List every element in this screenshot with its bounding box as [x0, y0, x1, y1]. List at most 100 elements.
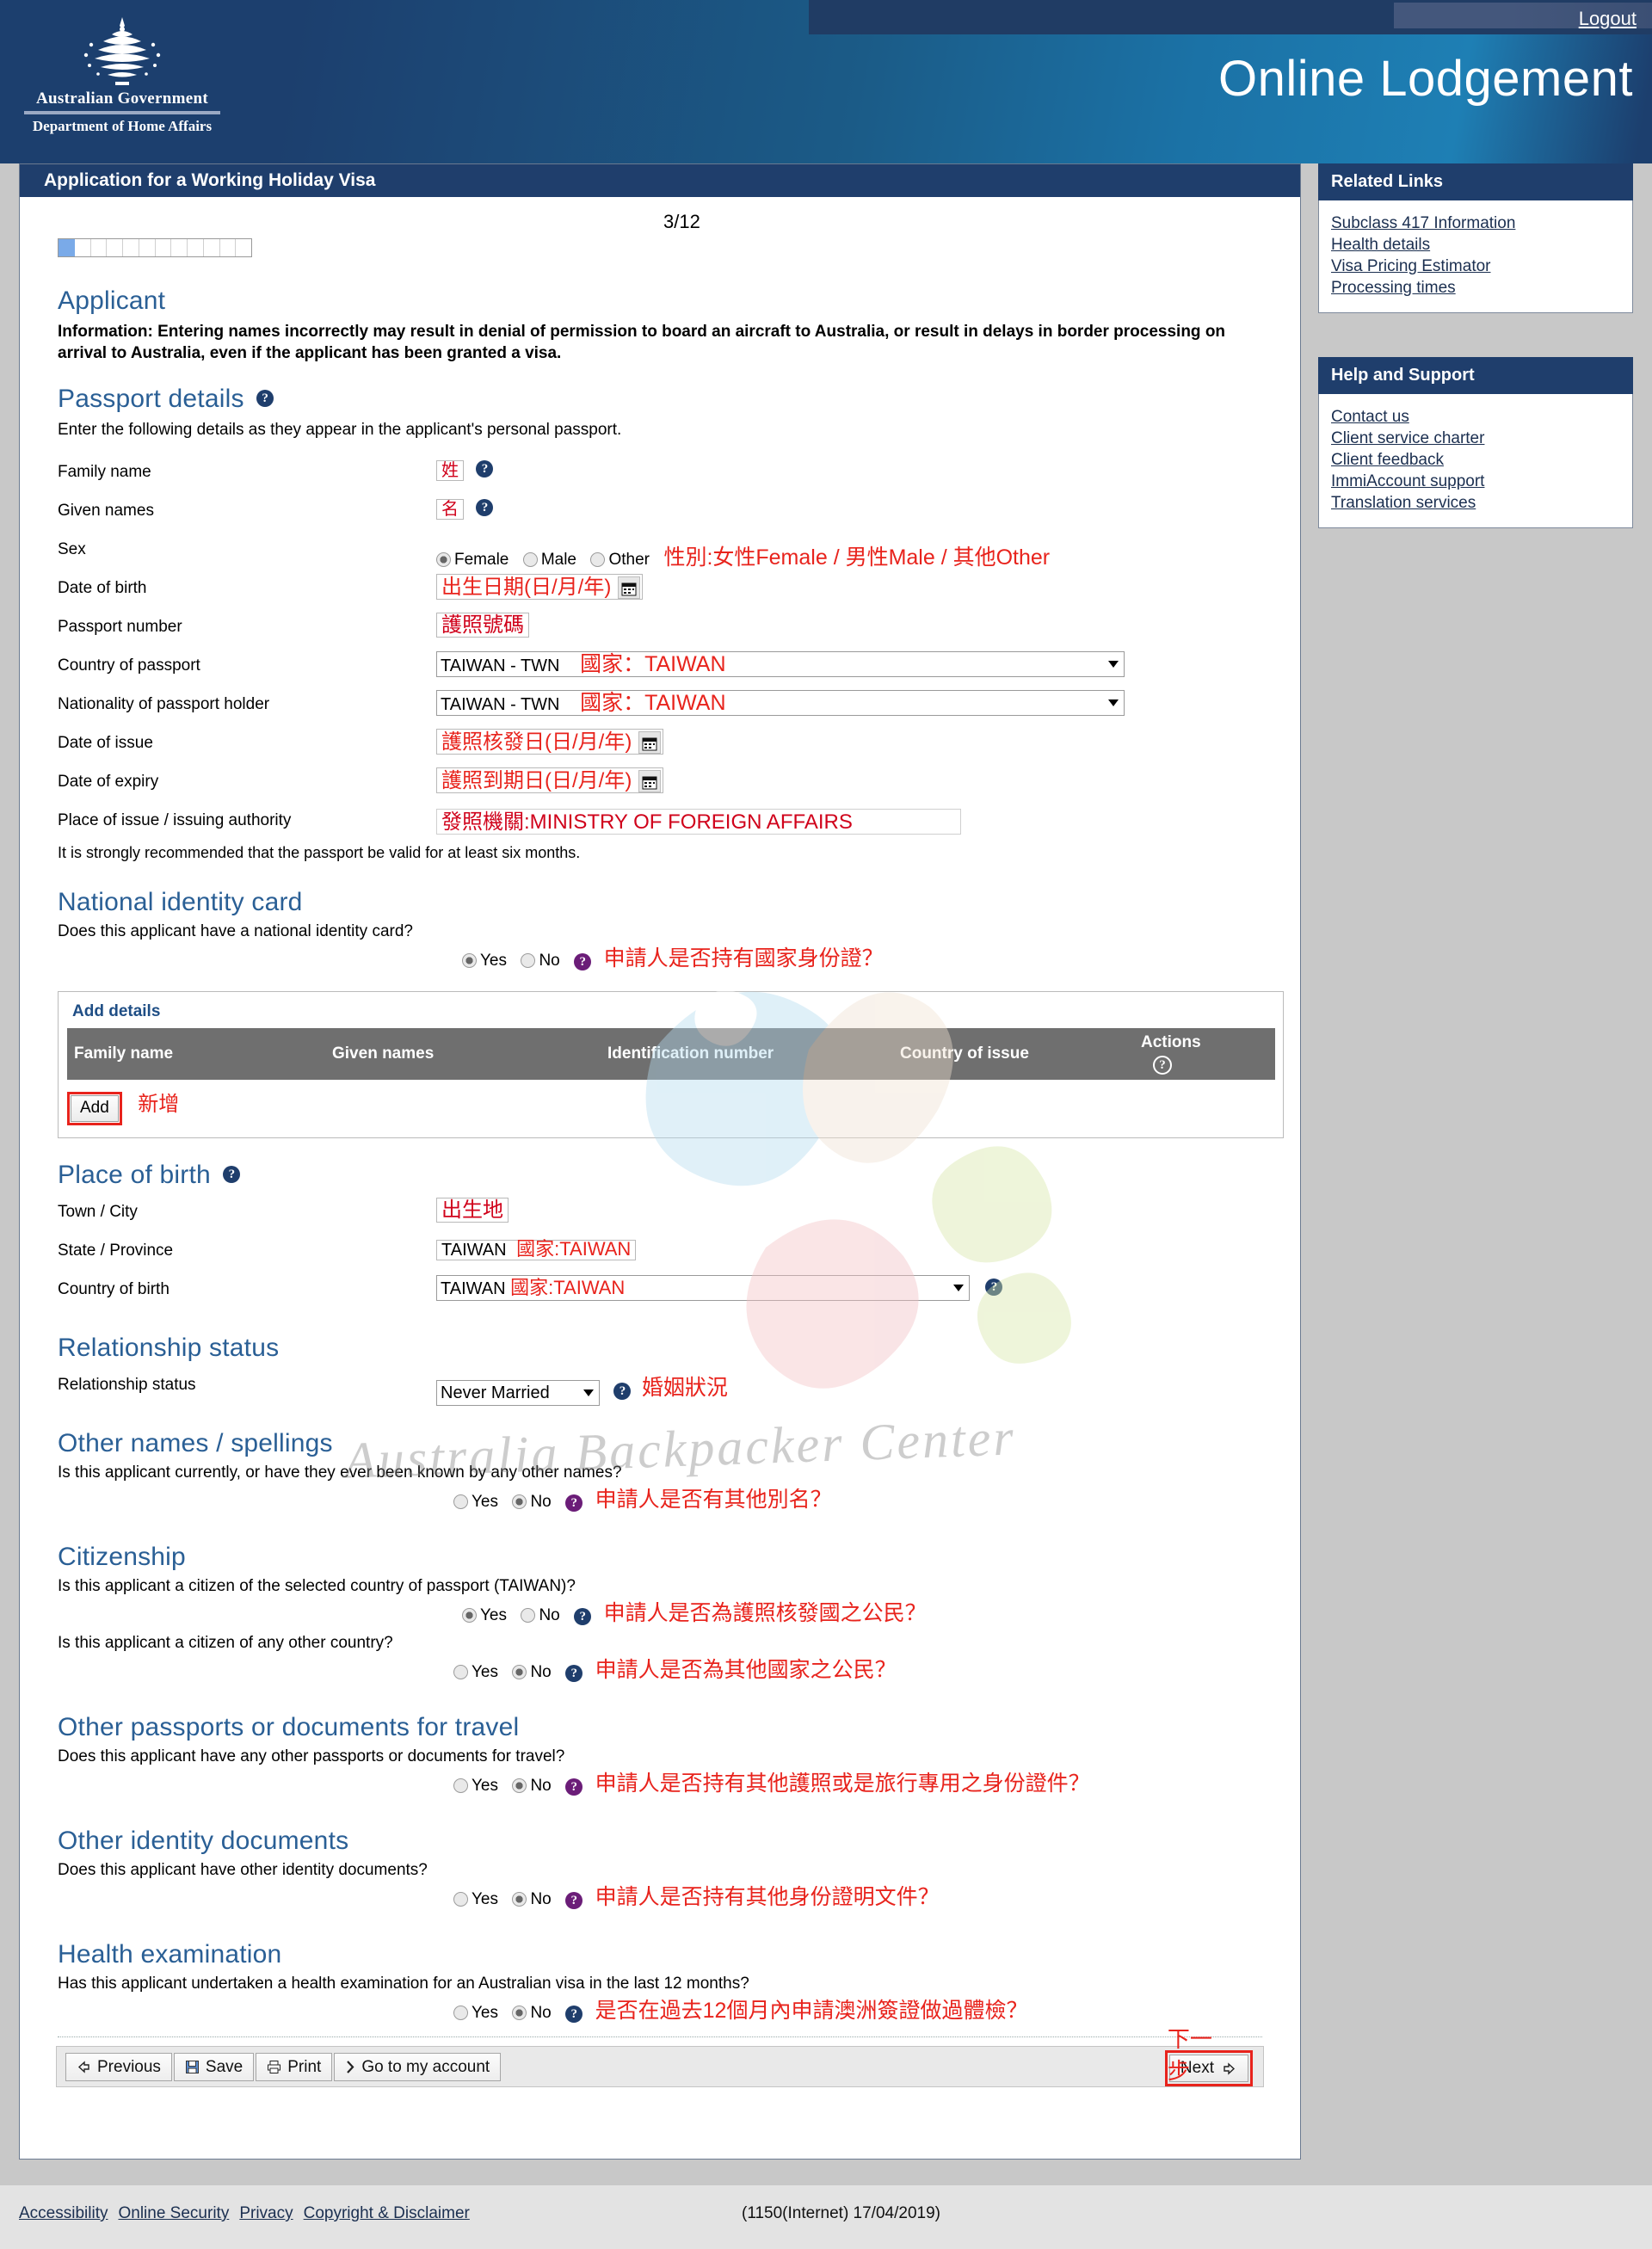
help-icon-other-identity-documents[interactable]: ? [565, 1892, 583, 1910]
citizenship1-radio-yes[interactable] [462, 1608, 477, 1624]
state-province-value: TAIWAN [441, 1241, 507, 1260]
other-names-radio-no[interactable] [512, 1494, 527, 1510]
country-of-birth-annotation: 國家:TAIWAN [510, 1277, 626, 1299]
date-of-birth-value: 出生日期(日/月/年) [441, 576, 612, 600]
help-link-4[interactable]: Translation services [1331, 492, 1620, 514]
logout-link[interactable]: Logout [1579, 8, 1637, 30]
date-of-birth-input[interactable]: 出生日期(日/月/年) [436, 574, 644, 601]
footer-version: (1150(Internet) 17/04/2019) [742, 2204, 940, 2222]
previous-button[interactable]: Previous [65, 2053, 172, 2082]
help-icon-family-name[interactable]: ? [476, 460, 494, 478]
help-icon-health-examination[interactable]: ? [565, 2006, 583, 2024]
chevron-down-icon-country-of-birth[interactable] [953, 1285, 964, 1292]
footer-link-0[interactable]: Accessibility [19, 2204, 108, 2222]
health-exam-radio-yes[interactable] [453, 2006, 468, 2021]
nationality-label: Nationality of passport holder [58, 695, 270, 714]
help-link-1[interactable]: Client service charter [1331, 428, 1620, 449]
help-link-0[interactable]: Contact us [1331, 406, 1620, 428]
help-icon-country-of-birth[interactable]: ? [985, 1279, 1003, 1297]
print-button[interactable]: Print [256, 2053, 333, 2082]
help-link-3[interactable]: ImmiAccount support [1331, 471, 1620, 492]
given-names-input[interactable]: 名 [436, 499, 464, 521]
column-actions-label: Actions [1141, 1033, 1201, 1052]
go-to-my-account-button[interactable]: Go to my account [334, 2053, 502, 2082]
chevron-down-icon-relationship-status[interactable] [583, 1389, 594, 1397]
national-id-radio-no[interactable] [521, 953, 536, 969]
other-names-radio-yes[interactable] [453, 1494, 468, 1510]
sex-radio-other[interactable] [590, 552, 606, 568]
passport-number-input[interactable]: 護照號碼 [436, 613, 529, 638]
calendar-icon-date-of-expiry[interactable] [638, 770, 662, 793]
other-passports-radio-yes[interactable] [453, 1778, 468, 1794]
town-city-input[interactable]: 出生地 [436, 1198, 509, 1223]
field-row-nationality: Nationality of passport holder TAIWAN - … [44, 687, 1276, 726]
related-link-3[interactable]: Processing times [1331, 277, 1620, 299]
chevron-down-icon-country-of-passport[interactable] [1108, 661, 1119, 669]
help-icon-other-passports[interactable]: ? [565, 1778, 583, 1796]
footer-link-2[interactable]: Privacy [239, 2204, 293, 2222]
national-id-radio-yes[interactable] [462, 953, 477, 969]
help-icon-passport-details[interactable]: ? [256, 390, 274, 408]
help-icon-relationship-status[interactable]: ? [613, 1383, 632, 1401]
country-of-birth-select[interactable]: TAIWAN 國家:TAIWAN [436, 1275, 970, 1302]
progress-bar [58, 238, 252, 257]
logout-container: Logout [1394, 3, 1652, 30]
coat-of-arms-icon [83, 17, 161, 85]
citizenship2-radio-no[interactable] [512, 1665, 527, 1680]
other-names-yes-label: Yes [472, 1493, 498, 1512]
other-passports-radio-no[interactable] [512, 1778, 527, 1794]
date-of-issue-input[interactable]: 護照核發日(日/月/年) [436, 729, 664, 755]
footer-link-1[interactable]: Online Security [118, 2204, 229, 2222]
family-name-input[interactable]: 姓 [436, 460, 464, 482]
field-row-passport-number: Passport number 護照號碼 [44, 610, 1276, 649]
calendar-icon-date-of-issue[interactable] [638, 731, 662, 755]
help-icon-given-names[interactable]: ? [476, 499, 494, 517]
citizenship-annotation-1: 申請人是否為護照核發國之公民？ [603, 1601, 927, 1626]
citizenship1-radio-no[interactable] [521, 1608, 536, 1624]
help-icon-citizenship-2[interactable]: ? [565, 1665, 583, 1683]
calendar-icon-date-of-birth[interactable] [618, 576, 641, 600]
related-links-list: Subclass 417 Information Health details Vi… [1318, 200, 1633, 314]
section-heading-other-passports: Other passports or documents for travel [58, 1713, 520, 1742]
other-passports-question: Does this applicant have any other passp… [58, 1747, 565, 1766]
citizenship-question-2: Is this applicant a citizen of any other… [58, 1634, 393, 1653]
progress-segment [188, 239, 204, 256]
sex-radio-female[interactable] [436, 552, 451, 568]
nationality-select[interactable]: TAIWAN - TWN 國家：TAIWAN [436, 690, 1125, 717]
help-icon-place-of-birth[interactable]: ? [223, 1166, 241, 1184]
relationship-status-value: Never Married [441, 1383, 550, 1403]
help-icon-actions[interactable]: ? [1153, 1056, 1172, 1075]
health-exam-radio-no[interactable] [512, 2006, 527, 2021]
related-link-2[interactable]: Visa Pricing Estimator [1331, 256, 1620, 277]
chevron-down-icon-nationality[interactable] [1108, 699, 1119, 707]
help-icon-citizenship-1[interactable]: ? [574, 1608, 592, 1626]
add-button[interactable]: Add [71, 1095, 119, 1123]
crest-line-2: Department of Home Affairs [32, 118, 213, 134]
save-button[interactable]: Save [173, 2053, 255, 2082]
citizenship2-radio-yes[interactable] [453, 1665, 468, 1680]
previous-button-label: Previous [97, 2057, 161, 2076]
country-of-passport-annotation: 國家：TAIWAN [580, 652, 726, 677]
related-link-0[interactable]: Subclass 417 Information [1331, 213, 1620, 234]
help-icon-other-names[interactable]: ? [565, 1494, 583, 1513]
date-of-expiry-input[interactable]: 護照到期日(日/月/年) [436, 767, 664, 794]
field-row-family-name: Family name 姓 ? [44, 455, 1276, 494]
state-province-annotation: 國家:TAIWAN [516, 1238, 632, 1260]
nationality-value: TAIWAN - TWN [441, 695, 560, 715]
sex-radio-male[interactable] [522, 552, 538, 568]
question-citizenship-passport-country: Is this applicant a citizen of the selec… [58, 1577, 1276, 1626]
relationship-status-select[interactable]: Never Married [436, 1380, 600, 1407]
state-province-input[interactable]: TAIWAN 國家:TAIWAN [436, 1238, 637, 1261]
help-link-2[interactable]: Client feedback [1331, 449, 1620, 471]
progress-segment [123, 239, 139, 256]
related-link-1[interactable]: Health details [1331, 234, 1620, 256]
country-of-passport-select[interactable]: TAIWAN - TWN 國家：TAIWAN [436, 651, 1125, 678]
other-identity-radio-yes[interactable] [453, 1892, 468, 1907]
progress-row: 3/12 [44, 197, 1276, 266]
other-passports-no-label: No [530, 1777, 552, 1796]
place-of-issue-input[interactable]: 發照機關:MINISTRY OF FOREIGN AFFAIRS [436, 809, 961, 835]
date-of-birth-label: Date of birth [58, 579, 147, 598]
footer-link-3[interactable]: Copyright & Disclaimer [304, 2204, 470, 2222]
other-identity-radio-no[interactable] [512, 1892, 527, 1907]
help-icon-national-identity-card[interactable]: ? [574, 953, 592, 971]
